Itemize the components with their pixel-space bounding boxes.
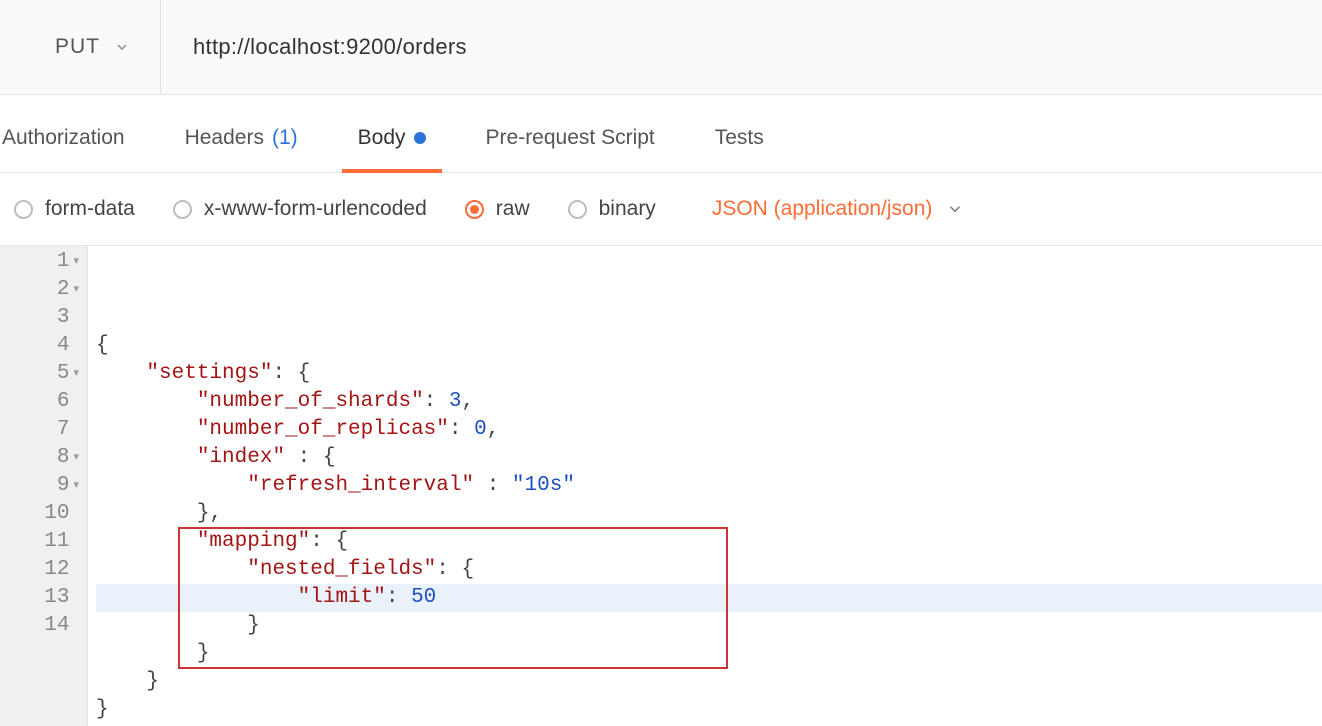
- code-line[interactable]: "number_of_shards": 3,: [96, 388, 1322, 416]
- line-number: 12▾: [0, 556, 87, 584]
- code-line[interactable]: "nested_fields": {: [96, 556, 1322, 584]
- radio-label: raw: [496, 197, 530, 221]
- code-line[interactable]: }: [96, 612, 1322, 640]
- line-number: 14▾: [0, 612, 87, 640]
- line-number: 11▾: [0, 528, 87, 556]
- tab-label: Pre-request Script: [486, 126, 655, 150]
- body-type-urlencoded[interactable]: x-www-form-urlencoded: [173, 197, 427, 221]
- line-number: 6▾: [0, 388, 87, 416]
- radio-icon: [568, 200, 587, 219]
- line-number: 9▾: [0, 472, 87, 500]
- radio-label: binary: [599, 197, 656, 221]
- fold-caret-icon[interactable]: ▾: [73, 276, 79, 304]
- line-number: 5▾: [0, 360, 87, 388]
- tab-label: Headers: [185, 126, 264, 150]
- headers-count: (1): [272, 126, 298, 150]
- content-type-label: JSON (application/json): [712, 197, 933, 221]
- radio-icon: [173, 200, 192, 219]
- radio-icon: [465, 200, 484, 219]
- http-method-label: PUT: [55, 35, 100, 59]
- editor-code[interactable]: { "settings": { "number_of_shards": 3, "…: [88, 246, 1322, 726]
- tab-authorization[interactable]: Authorization: [2, 104, 125, 172]
- body-type-binary[interactable]: binary: [568, 197, 656, 221]
- content-type-selector[interactable]: JSON (application/json): [712, 197, 965, 221]
- radio-label: x-www-form-urlencoded: [204, 197, 427, 221]
- tab-pre-request-script[interactable]: Pre-request Script: [486, 104, 655, 172]
- editor-gutter: 1▾2▾3▾4▾5▾6▾7▾8▾9▾10▾11▾12▾13▾14▾: [0, 246, 88, 726]
- request-tabs: Authorization Headers (1) Body Pre-reque…: [0, 95, 1322, 173]
- code-line[interactable]: "mapping": {: [96, 528, 1322, 556]
- tab-headers[interactable]: Headers (1): [185, 104, 298, 172]
- body-type-raw[interactable]: raw: [465, 197, 530, 221]
- code-line[interactable]: "settings": {: [96, 360, 1322, 388]
- code-line[interactable]: }: [96, 696, 1322, 724]
- radio-icon: [14, 200, 33, 219]
- line-number: 2▾: [0, 276, 87, 304]
- line-number: 4▾: [0, 332, 87, 360]
- tab-tests[interactable]: Tests: [715, 104, 764, 172]
- line-number: 3▾: [0, 304, 87, 332]
- tab-label: Authorization: [2, 126, 125, 150]
- line-number: 1▾: [0, 248, 87, 276]
- body-type-form-data[interactable]: form-data: [14, 197, 135, 221]
- tab-label: Body: [358, 126, 406, 150]
- body-editor[interactable]: 1▾2▾3▾4▾5▾6▾7▾8▾9▾10▾11▾12▾13▾14▾ { "set…: [0, 246, 1322, 726]
- code-line[interactable]: "number_of_replicas": 0,: [96, 416, 1322, 444]
- chevron-down-icon: [114, 39, 130, 55]
- request-url-input[interactable]: [161, 0, 1322, 94]
- code-line[interactable]: }: [96, 668, 1322, 696]
- chevron-down-icon: [946, 200, 964, 218]
- line-number: 13▾: [0, 584, 87, 612]
- tab-label: Tests: [715, 126, 764, 150]
- line-number: 7▾: [0, 416, 87, 444]
- http-method-selector[interactable]: PUT: [0, 0, 161, 94]
- tab-body[interactable]: Body: [358, 104, 426, 172]
- fold-caret-icon[interactable]: ▾: [73, 360, 79, 388]
- code-line[interactable]: }: [96, 640, 1322, 668]
- fold-caret-icon[interactable]: ▾: [73, 472, 79, 500]
- fold-caret-icon[interactable]: ▾: [73, 444, 79, 472]
- code-line[interactable]: "refresh_interval" : "10s": [96, 472, 1322, 500]
- line-number: 10▾: [0, 500, 87, 528]
- request-bar: PUT: [0, 0, 1322, 95]
- body-type-row: form-data x-www-form-urlencoded raw bina…: [0, 173, 1322, 246]
- code-line[interactable]: "index" : {: [96, 444, 1322, 472]
- code-line[interactable]: "limit": 50: [96, 584, 1322, 612]
- code-line[interactable]: {: [96, 332, 1322, 360]
- line-number: 8▾: [0, 444, 87, 472]
- unsaved-dot-icon: [414, 132, 426, 144]
- fold-caret-icon[interactable]: ▾: [73, 248, 79, 276]
- radio-label: form-data: [45, 197, 135, 221]
- code-line[interactable]: },: [96, 500, 1322, 528]
